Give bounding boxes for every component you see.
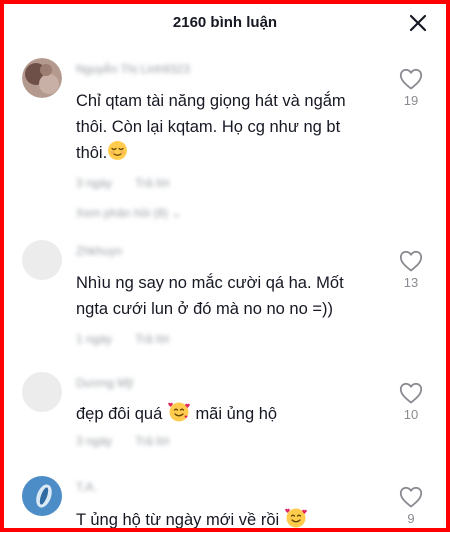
- avatar[interactable]: [22, 476, 62, 516]
- comment-text-line: thôi.: [76, 144, 108, 162]
- comment-text: đẹp đôi quá mãi ủng hộ: [76, 400, 376, 427]
- avatar[interactable]: [22, 372, 62, 412]
- like-count: 9: [407, 511, 415, 526]
- comment-item: T.A. T ủng hộ từ ngày mới về rồi 9: [0, 474, 450, 532]
- comment-item: Zhkhuyn Nhìu ng say no mắc cười qá ha. M…: [0, 238, 450, 358]
- comment-item: Nguyễn Thị Linh9323 Chỉ qtam tài năng gi…: [0, 56, 450, 226]
- comment-username[interactable]: Nguyễn Thị Linh9323: [76, 62, 190, 76]
- comment-text-line-with-emoji: thôi.: [76, 140, 376, 166]
- comment-time: 3 ngày: [76, 434, 113, 448]
- close-icon[interactable]: [408, 13, 428, 33]
- comment-text-line: Nhìu ng say no mắc cười qá ha. Mốt: [76, 274, 344, 292]
- heart-outline-icon: [399, 68, 423, 90]
- comment-text-segment: đẹp đôi quá: [76, 405, 163, 423]
- comments-count-title: 2160 bình luận: [172, 14, 278, 31]
- comment-text-segment: T ủng hộ từ ngày mới về rồi: [76, 511, 280, 529]
- comment-meta: 3 ngày Trả lời: [76, 434, 189, 448]
- like-button[interactable]: 19: [398, 68, 424, 108]
- avatar[interactable]: [22, 240, 62, 280]
- comment-username[interactable]: Dương Mỹ: [76, 376, 133, 390]
- like-count: 10: [403, 407, 419, 422]
- comment-text: T ủng hộ từ ngày mới về rồi: [76, 506, 376, 533]
- comment-text-segment: mãi ủng hộ: [195, 405, 278, 423]
- view-replies-button[interactable]: Xem phản hồi (8) ⌄: [76, 206, 181, 220]
- comment-text-line: ngta cưới lun ở đó mà no no no =)): [76, 300, 333, 318]
- smiling-face-with-hearts-icon: [284, 508, 307, 528]
- reply-button[interactable]: Trả lời: [135, 176, 169, 190]
- reply-button[interactable]: Trả lời: [135, 434, 169, 448]
- comment-text: Nhìu ng say no mắc cười qá ha. Mốt ngta …: [76, 270, 376, 322]
- heart-outline-icon: [399, 382, 423, 404]
- comment-text-line: thôi. Còn lại kqtam. Họ cg như ng bt: [76, 118, 341, 136]
- comment-text-line: Chỉ qtam tài năng giọng hát và ngắm: [76, 92, 346, 110]
- comment-item: Dương Mỹ đẹp đôi quá mãi ủng hộ 3 ngày T…: [0, 370, 450, 460]
- reply-button[interactable]: Trả lời: [135, 332, 169, 346]
- comment-time: 1 ngày: [76, 332, 113, 346]
- smiling-face-with-hearts-icon: [168, 402, 190, 422]
- comment-text: Chỉ qtam tài năng giọng hát và ngắm thôi…: [76, 88, 376, 166]
- comment-time: 3 ngày: [76, 176, 113, 190]
- comment-meta: 1 ngày Trả lời: [76, 332, 189, 346]
- like-button[interactable]: 13: [398, 250, 424, 290]
- comment-username[interactable]: Zhkhuyn: [76, 244, 122, 258]
- avatar[interactable]: [22, 58, 62, 98]
- comments-header: 2160 bình luận: [0, 0, 450, 46]
- comment-username[interactable]: T.A.: [76, 480, 97, 494]
- view-replies-label: Xem phản hồi (8): [76, 206, 169, 220]
- heart-outline-icon: [399, 486, 423, 508]
- like-button[interactable]: 9: [398, 486, 424, 526]
- like-count: 13: [403, 275, 419, 290]
- comment-meta: 3 ngày Trả lời: [76, 176, 189, 190]
- heart-outline-icon: [399, 250, 423, 272]
- relieved-face-icon: [108, 141, 128, 160]
- chevron-down-icon: ⌄: [171, 206, 182, 220]
- like-button[interactable]: 10: [398, 382, 424, 422]
- like-count: 19: [403, 93, 419, 108]
